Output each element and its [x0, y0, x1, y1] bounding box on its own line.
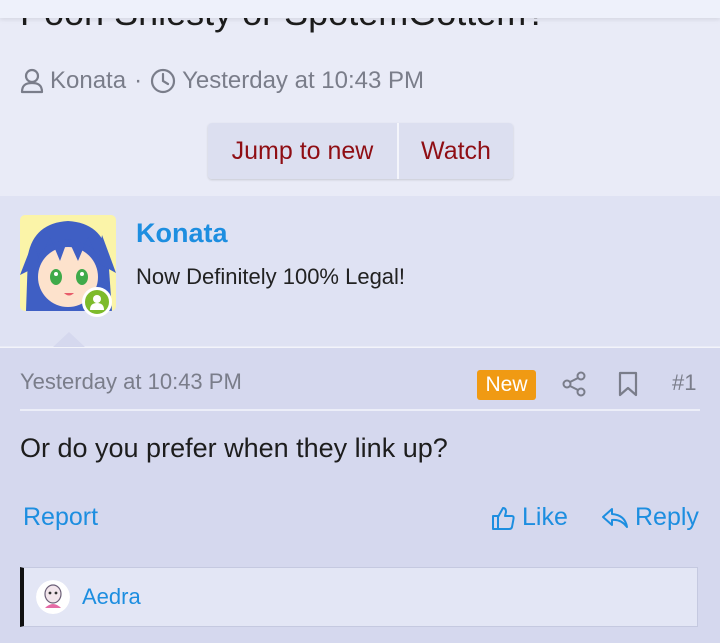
thread-author-link[interactable]: Konata: [50, 67, 126, 95]
post-author-name[interactable]: Konata: [136, 218, 228, 249]
speech-pointer: [52, 332, 86, 348]
reply-label: Reply: [635, 503, 699, 531]
like-label: Like: [522, 503, 568, 531]
reactor-avatar[interactable]: [36, 580, 70, 614]
watch-button[interactable]: Watch: [397, 123, 513, 179]
thread-meta: Konata · Yesterday at 10:43 PM: [20, 64, 424, 98]
reactions-bar: Aedra: [20, 567, 698, 627]
thread-action-buttons: Jump to new Watch: [208, 123, 513, 179]
meta-separator: ·: [134, 67, 143, 94]
post-author-title: Now Definitely 100% Legal!: [136, 264, 406, 289]
like-button[interactable]: Like: [490, 503, 568, 532]
report-link[interactable]: Report: [23, 503, 98, 532]
new-badge: New: [477, 370, 536, 400]
reply-button[interactable]: Reply: [601, 503, 699, 532]
thumbs-up-icon: [492, 506, 515, 530]
jump-to-new-button[interactable]: Jump to new: [208, 123, 397, 179]
user-icon: [20, 68, 44, 94]
thread-timestamp[interactable]: Yesterday at 10:43 PM: [182, 67, 424, 95]
share-icon[interactable]: [562, 371, 586, 402]
post-number[interactable]: #1: [672, 370, 696, 396]
online-status-icon: [82, 287, 112, 317]
post-divider: [20, 409, 700, 411]
post-message: Or do you prefer when they link up?: [20, 433, 448, 463]
bookmark-icon[interactable]: [618, 371, 638, 402]
top-bar: [0, 0, 720, 18]
reactor-name[interactable]: Aedra: [82, 584, 141, 610]
clock-icon: [150, 68, 176, 94]
post-timestamp[interactable]: Yesterday at 10:43 PM: [20, 369, 242, 395]
reply-icon: [602, 507, 628, 528]
